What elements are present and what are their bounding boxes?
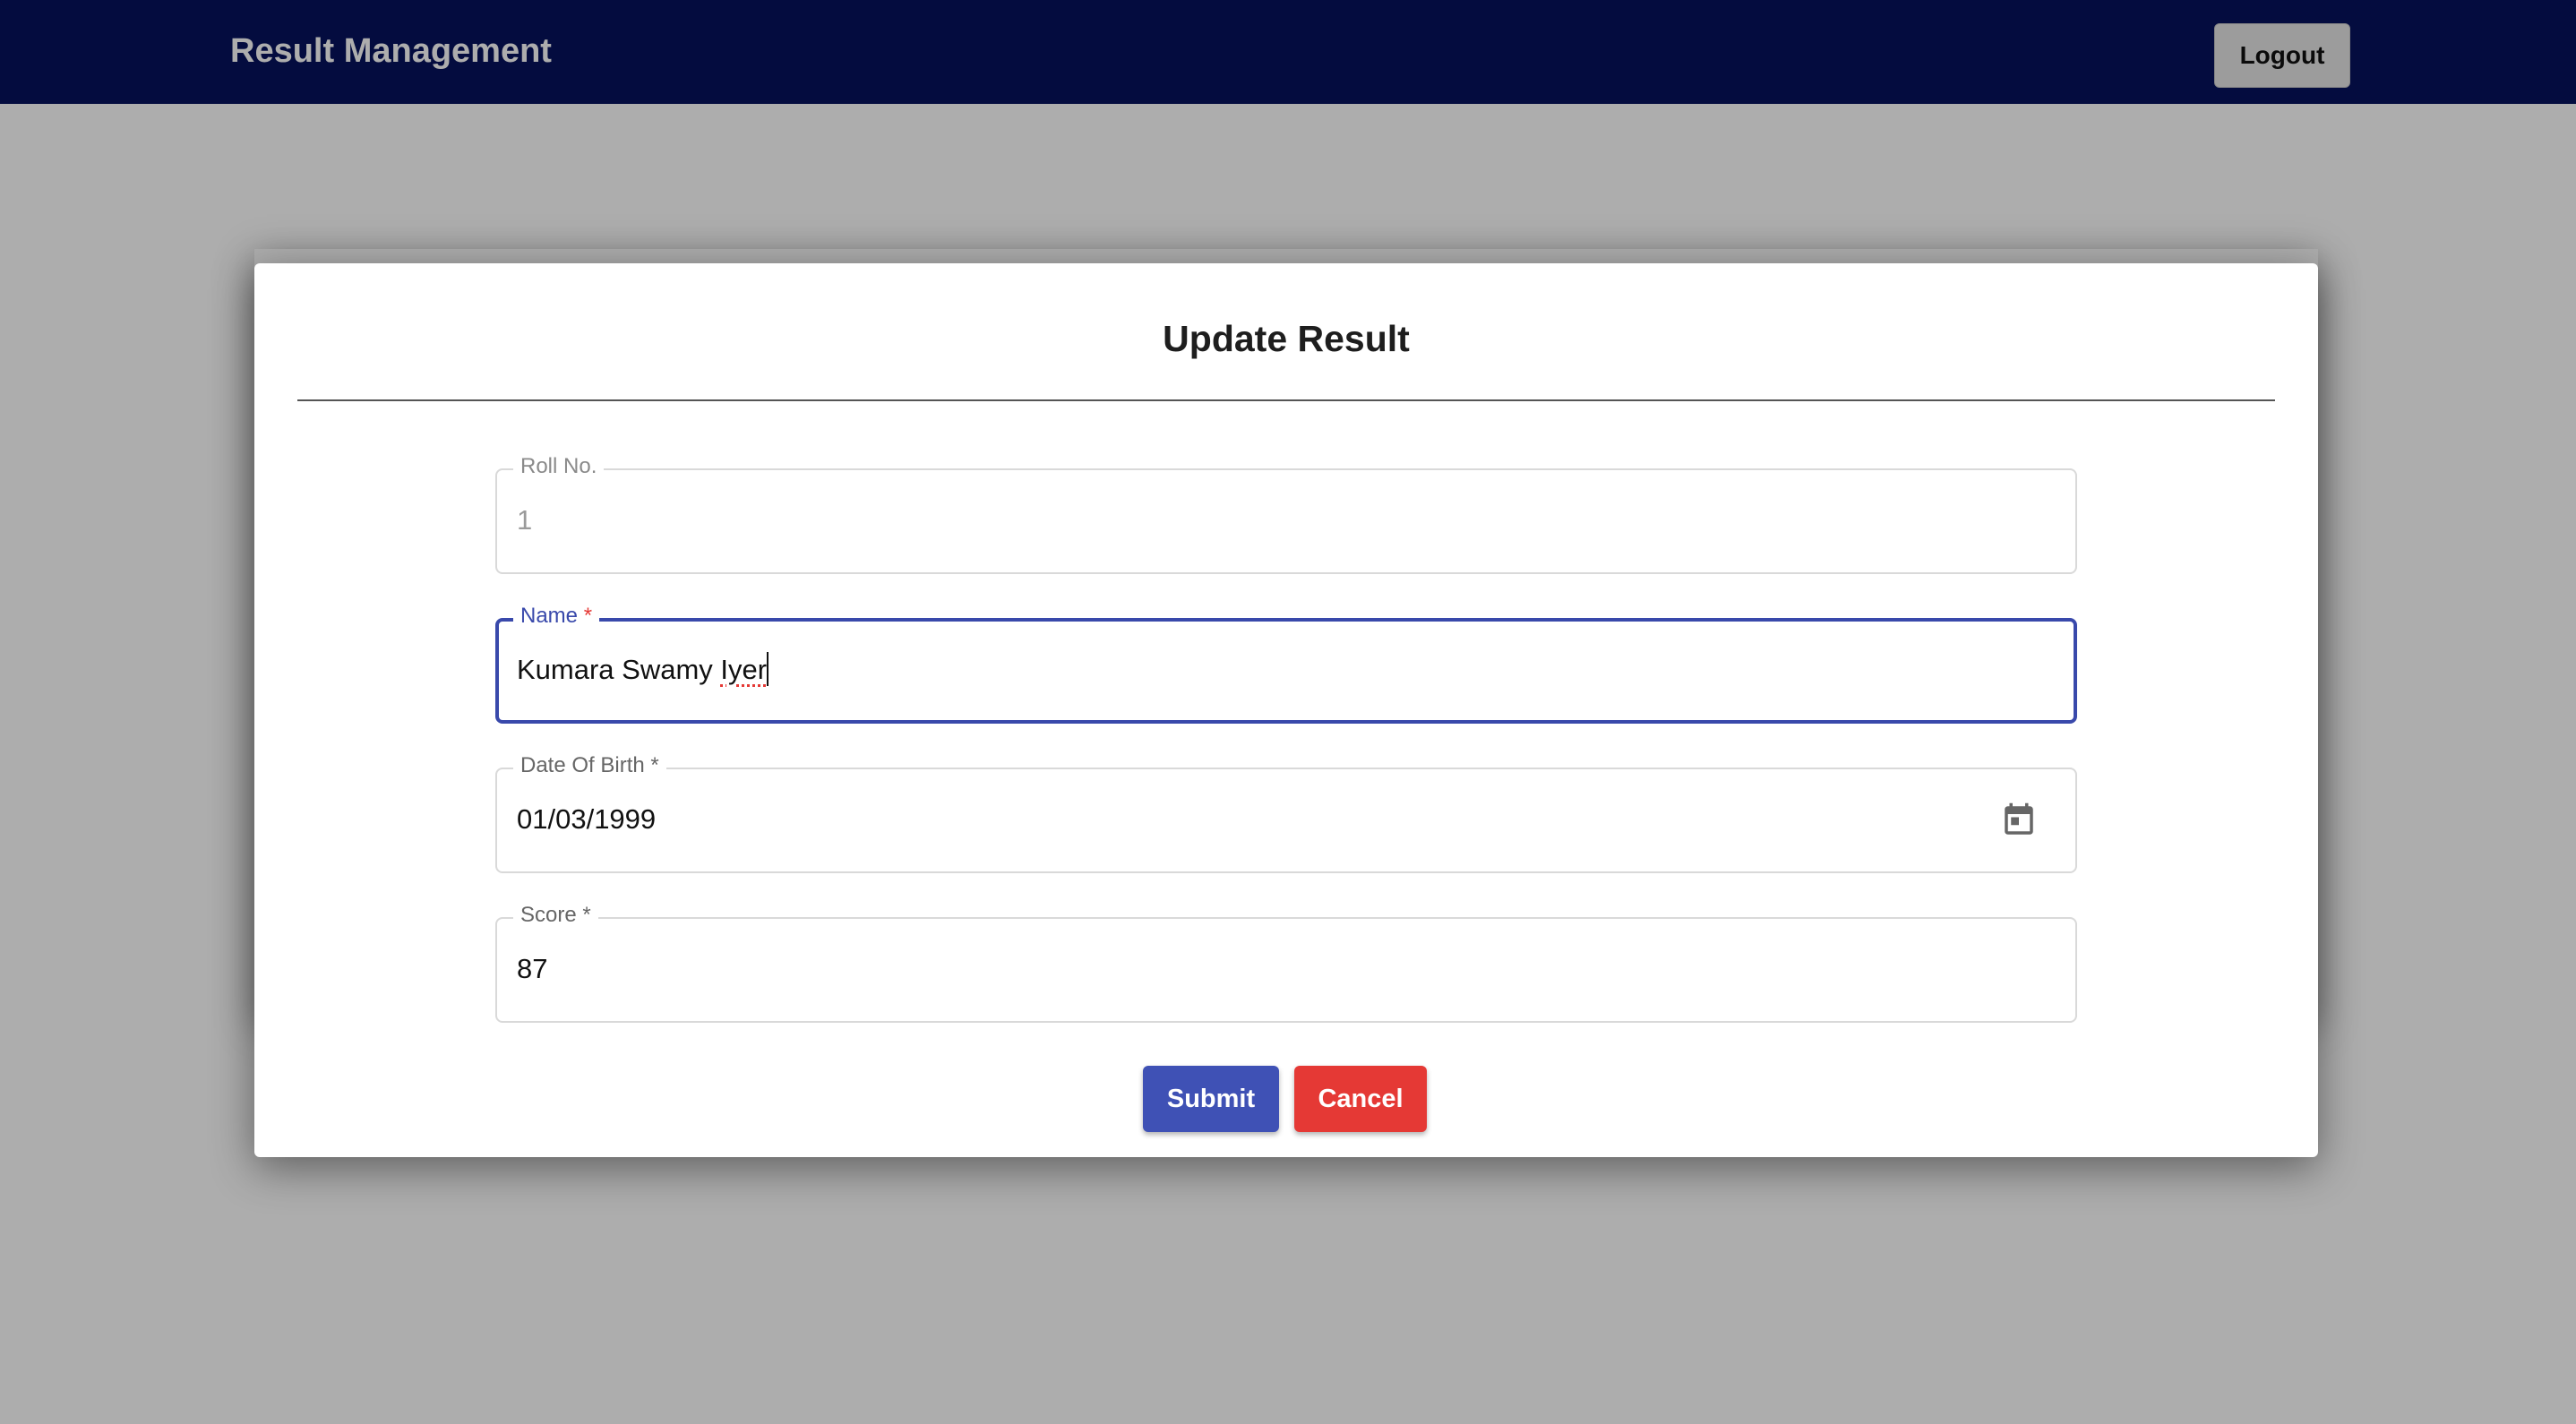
text-caret	[767, 652, 769, 686]
roll-no-label: Roll No.	[513, 452, 605, 481]
name-field[interactable]: Name * Kumara Swamy Iyer	[495, 602, 2077, 724]
submit-button[interactable]: Submit	[1143, 1066, 1279, 1132]
score-label: Score *	[513, 901, 598, 930]
name-label: Name *	[513, 602, 600, 631]
update-result-dialog: Update Result Roll No. 1 Name * Kumara S…	[254, 263, 2318, 1157]
dob-input-value[interactable]: 01/03/1999	[517, 800, 656, 839]
calendar-icon[interactable]	[2000, 802, 2038, 839]
roll-no-field: Roll No. 1	[495, 452, 2077, 574]
dob-label: Date Of Birth *	[513, 751, 666, 780]
required-asterisk: *	[582, 903, 591, 927]
required-asterisk: *	[650, 753, 659, 777]
score-field[interactable]: Score * 87	[495, 901, 2077, 1023]
required-asterisk: *	[583, 604, 593, 628]
title-divider	[297, 399, 2275, 401]
cancel-button[interactable]: Cancel	[1294, 1066, 1427, 1132]
name-input-value[interactable]: Kumara Swamy Iyer	[517, 650, 769, 690]
spellcheck-flagged-word: Iyer	[720, 654, 768, 685]
score-input-value[interactable]: 87	[517, 949, 547, 989]
dialog-title: Update Result	[1163, 318, 1410, 359]
roll-no-value: 1	[517, 504, 533, 536]
name-value-text: Kumara Swamy	[517, 654, 721, 685]
date-of-birth-field[interactable]: Date Of Birth * 01/03/1999	[495, 751, 2077, 873]
